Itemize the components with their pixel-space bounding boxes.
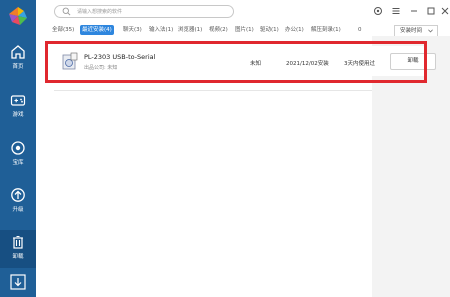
search-input[interactable]: 请输入想搜索的软件 (54, 5, 234, 18)
sidebar-item-home[interactable]: 首页 (0, 40, 36, 78)
category-tabs: 全部(35) 最近安装(4) 聊天(3) 输入法(1) 浏览器(1) 视频(2)… (36, 24, 450, 36)
home-icon (11, 45, 25, 59)
maximize-icon[interactable] (426, 6, 436, 16)
tab-compress-burn[interactable]: 解压刻录(1) (309, 25, 343, 35)
sidebar-item-uninstall[interactable]: 卸载 (0, 230, 36, 268)
tab-more[interactable]: 0 (356, 25, 364, 35)
search-icon (62, 7, 71, 16)
app-publisher: 出品公司: 未知 (84, 65, 118, 71)
sidebar-item-label: 首页 (12, 64, 24, 70)
install-date: 2021/12/02安装 (286, 61, 329, 67)
sidebar-item-games[interactable]: 游戏 (0, 88, 36, 126)
tab-video[interactable]: 视频(2) (207, 25, 230, 35)
sidebar-item-upgrade[interactable]: 升级 (0, 183, 36, 221)
minimize-icon[interactable] (409, 6, 419, 16)
installer-icon (62, 52, 78, 70)
tab-chat[interactable]: 聊天(3) (121, 25, 144, 35)
upgrade-icon (11, 188, 25, 202)
close-icon[interactable] (440, 6, 450, 16)
settings-icon[interactable] (373, 6, 383, 16)
top-bar: 请输入想搜索的软件 (36, 0, 450, 24)
app-logo-icon[interactable] (8, 6, 28, 26)
list-item[interactable]: PL-2303 USB-to-Serial 出品公司: 未知 未知 2021/1… (58, 46, 436, 76)
download-manager-icon[interactable] (9, 273, 27, 291)
trash-icon (13, 235, 23, 249)
tab-office[interactable]: 办公(1) (283, 25, 306, 35)
uninstall-button[interactable]: 卸载 (390, 53, 436, 70)
sidebar-item-treasure[interactable]: 宝库 (0, 136, 36, 174)
divider (54, 90, 372, 91)
tab-browser[interactable]: 浏览器(1) (176, 25, 204, 35)
gamepad-icon (10, 95, 26, 106)
tab-input-method[interactable]: 输入法(1) (147, 25, 175, 35)
sidebar: 首页 游戏 宝库 升级 卸载 (0, 0, 36, 297)
sidebar-item-label: 升级 (12, 207, 24, 213)
sidebar-item-label: 宝库 (12, 160, 24, 166)
sort-label: 安装时间 (400, 28, 423, 34)
treasure-icon (11, 141, 25, 155)
tab-image[interactable]: 图片(1) (233, 25, 256, 35)
sidebar-item-label: 游戏 (12, 112, 24, 118)
search-placeholder: 请输入想搜索的软件 (77, 9, 123, 15)
usage-frequency: 3天内使用过 (344, 61, 375, 67)
sidebar-item-label: 卸载 (12, 254, 24, 260)
app-name: PL-2303 USB-to-Serial (84, 53, 156, 61)
app-size: 未知 (250, 61, 262, 67)
menu-icon[interactable] (391, 6, 401, 16)
chevron-down-icon (428, 29, 433, 33)
tab-driver[interactable]: 驱动(1) (258, 25, 281, 35)
tab-recent-install[interactable]: 最近安装(4) (80, 25, 114, 35)
tab-all[interactable]: 全部(35) (50, 25, 76, 35)
